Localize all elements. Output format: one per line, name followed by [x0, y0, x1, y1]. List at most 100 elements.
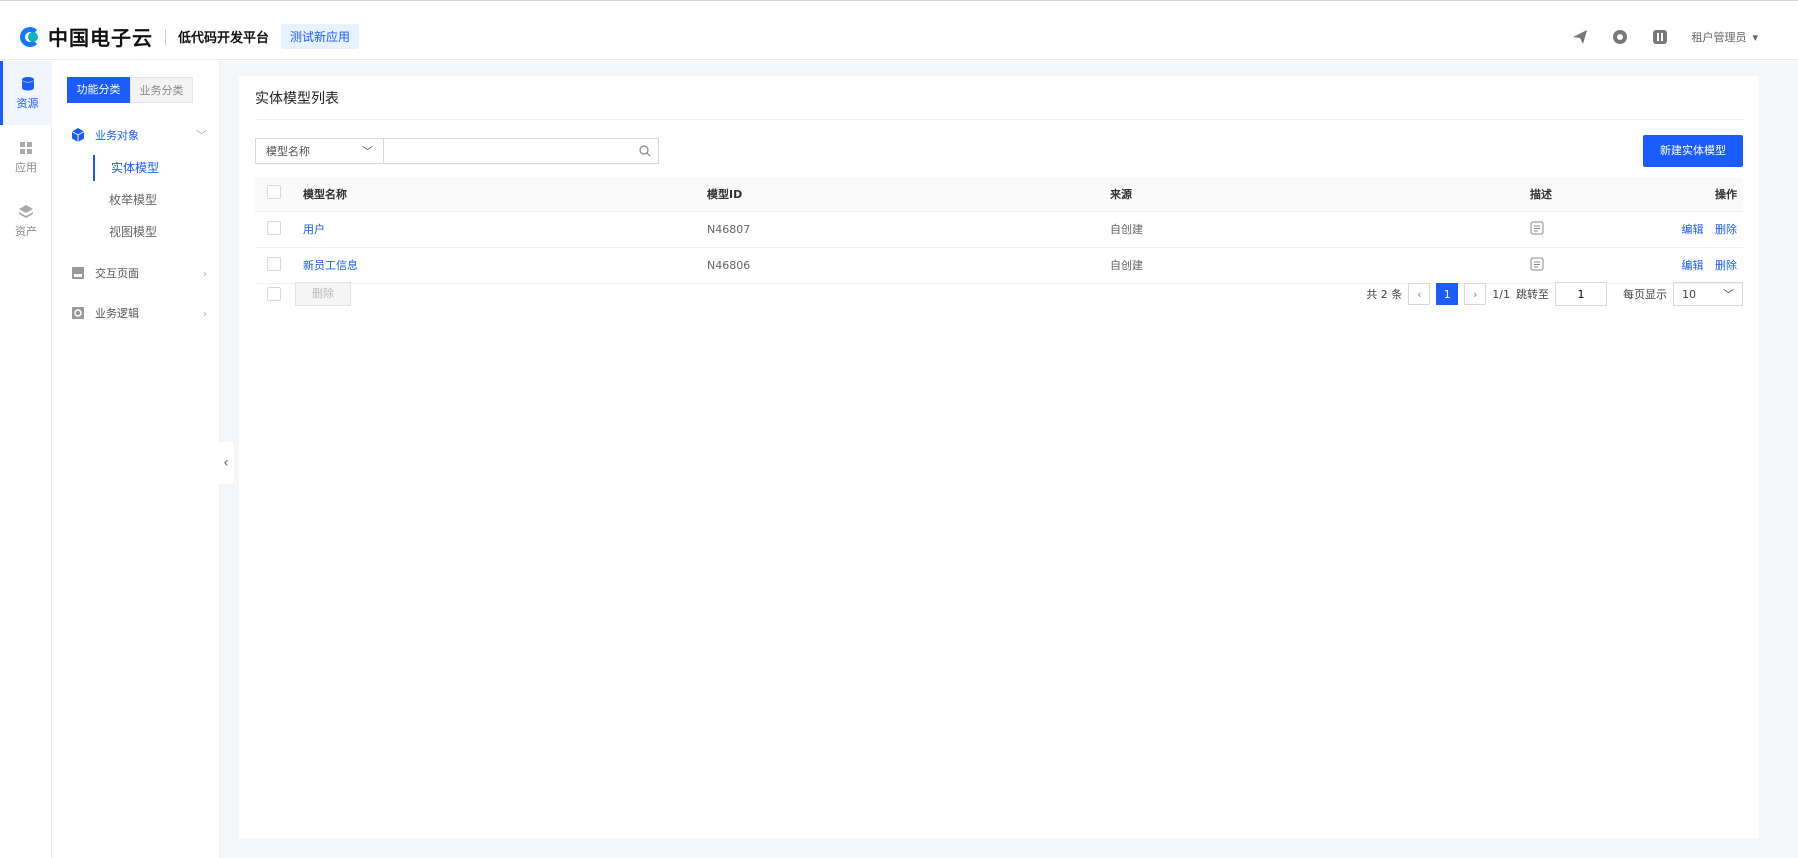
chevron-right-icon: ›	[202, 306, 207, 320]
brand-logo[interactable]: 中国电子云 低代码开发平台 测试新应用	[20, 22, 360, 51]
page-number-button[interactable]: 1	[1436, 283, 1459, 305]
page-size-label: 每页显示	[1623, 288, 1667, 301]
new-entity-model-button[interactable]: 新建实体模型	[1643, 135, 1743, 167]
sidebar-item-entity-model[interactable]: 实体模型	[93, 155, 203, 181]
send-icon[interactable]	[1571, 28, 1589, 46]
help-circle-icon[interactable]	[1611, 28, 1629, 46]
window-top-border	[0, 0, 1798, 5]
page-title: 实体模型列表	[255, 91, 339, 107]
nav-group-label: 交互页面	[95, 267, 139, 280]
chevron-down-icon: ﹀	[196, 129, 207, 142]
header-actions: 租户管理员 ▾	[1571, 28, 1758, 46]
description-cell	[1530, 211, 1640, 248]
user-menu[interactable]: 租户管理员 ▾	[1691, 29, 1758, 45]
model-name-cell: 新员工信息	[303, 247, 707, 284]
chevron-down-icon: ﹀	[362, 145, 373, 158]
nav-group-interaction-pages[interactable]: 交互页面 ›	[71, 265, 207, 281]
model-id-cell: N46806	[707, 247, 1110, 284]
entity-model-list-panel: 实体模型列表 模型名称 ﹀ 新建实体模型 模型名称 模型ID 来源 描述 操作	[239, 76, 1759, 838]
model-name-cell: 用户	[303, 211, 707, 248]
row-select-cell	[255, 211, 303, 248]
rail-label: 应用	[15, 160, 37, 174]
total-count: 共 2 条	[1366, 288, 1403, 301]
tab-function-category[interactable]: 功能分类	[67, 77, 130, 103]
page-info: 1/1	[1492, 287, 1510, 301]
edit-link[interactable]: 编辑	[1682, 259, 1704, 272]
actions-cell: 编辑 删除	[1640, 247, 1743, 284]
filter-field-select[interactable]: 模型名称 ﹀	[256, 139, 384, 163]
platform-name: 低代码开发平台	[178, 31, 270, 46]
model-source-cell: 自创建	[1110, 211, 1530, 248]
actions-cell: 编辑 删除	[1640, 211, 1743, 248]
logic-icon	[72, 307, 84, 319]
row-select-cell	[255, 247, 303, 284]
jump-label: 跳转至	[1516, 288, 1549, 301]
grid-icon	[20, 141, 32, 154]
description-icon[interactable]	[1530, 221, 1544, 235]
rail-item-assets[interactable]: 资产	[0, 189, 52, 253]
model-name-link[interactable]: 用户	[303, 223, 325, 236]
pagination: 共 2 条 ‹ 1 › 1/1 跳转至 每页显示 10 ﹀	[1366, 282, 1743, 306]
top-header: 中国电子云 低代码开发平台 测试新应用 租户管理员 ▾	[0, 6, 1798, 60]
description-icon[interactable]	[1530, 257, 1544, 271]
table-row: 新员工信息 N46806 自创建 编辑 删除	[255, 247, 1743, 284]
delete-link[interactable]: 删除	[1715, 259, 1737, 272]
page-icon	[72, 267, 84, 279]
search-bar: 模型名称 ﹀	[255, 138, 659, 164]
edit-link[interactable]: 编辑	[1682, 223, 1704, 236]
table-row: 用户 N46807 自创建 编辑 删除	[255, 211, 1743, 248]
table-header-row: 模型名称 模型ID 来源 描述 操作	[255, 177, 1743, 212]
select-all-checkbox[interactable]	[267, 185, 281, 200]
row-checkbox[interactable]	[267, 256, 281, 271]
rail-item-apps[interactable]: 应用	[0, 125, 52, 189]
description-cell	[1530, 247, 1640, 284]
nav-group-business-logic[interactable]: 业务逻辑 ›	[71, 305, 207, 321]
next-page-button[interactable]: ›	[1464, 283, 1487, 305]
column-header-actions: 操作	[1640, 177, 1743, 212]
model-id-cell: N46807	[707, 211, 1110, 248]
bulk-select-checkbox[interactable]	[267, 287, 281, 301]
chevron-right-icon: ›	[202, 266, 207, 280]
sidebar-item-view-model[interactable]: 视图模型	[93, 219, 203, 245]
entity-model-table: 模型名称 模型ID 来源 描述 操作 用户 N46807 自创建 编辑 删除 新…	[255, 177, 1743, 284]
bulk-delete-button[interactable]: 删除	[295, 282, 351, 306]
rail-label: 资源	[16, 96, 39, 110]
select-all-cell	[255, 177, 303, 212]
collapse-sidebar-button[interactable]: ‹	[218, 442, 234, 484]
chevron-down-icon: ﹀	[1723, 288, 1734, 301]
nav-group-label: 业务逻辑	[95, 307, 139, 320]
column-header-id: 模型ID	[707, 177, 1110, 212]
database-icon	[21, 76, 34, 90]
model-source-cell: 自创建	[1110, 247, 1530, 284]
page-size-value: 10	[1682, 287, 1696, 301]
title-divider	[255, 119, 1743, 120]
bulk-actions: 删除	[267, 282, 351, 306]
filter-field-value: 模型名称	[266, 145, 310, 158]
app-switch-icon[interactable]	[1651, 28, 1669, 46]
cube-icon	[71, 128, 85, 142]
rail-item-resources[interactable]: 资源	[0, 61, 52, 125]
column-header-name: 模型名称	[303, 177, 707, 212]
search-icon[interactable]	[632, 139, 658, 163]
jump-page-input[interactable]	[1555, 282, 1607, 306]
user-name: 租户管理员	[1691, 31, 1747, 44]
row-checkbox[interactable]	[267, 220, 281, 235]
delete-link[interactable]: 删除	[1715, 223, 1737, 236]
sidebar-item-enum-model[interactable]: 枚举模型	[93, 187, 203, 213]
current-app-tag[interactable]: 测试新应用	[281, 24, 360, 49]
prev-page-button[interactable]: ‹	[1408, 283, 1431, 305]
column-header-description: 描述	[1530, 177, 1640, 212]
page-size-select[interactable]: 10 ﹀	[1673, 282, 1743, 306]
category-switch: 功能分类 业务分类	[67, 77, 193, 103]
brand-name: 中国电子云	[48, 26, 153, 50]
nav-group-business-objects[interactable]: 业务对象 ﹀	[71, 127, 207, 143]
caret-down-icon: ▾	[1752, 30, 1758, 44]
model-name-link[interactable]: 新员工信息	[303, 259, 358, 272]
tab-business-category[interactable]: 业务分类	[130, 77, 193, 103]
cloud-logo-icon	[20, 26, 44, 48]
column-header-source: 来源	[1110, 177, 1530, 212]
chevron-left-icon: ‹	[223, 455, 229, 471]
nav-group-label: 业务对象	[95, 129, 139, 142]
header-divider	[165, 28, 166, 45]
search-input[interactable]	[384, 139, 632, 163]
